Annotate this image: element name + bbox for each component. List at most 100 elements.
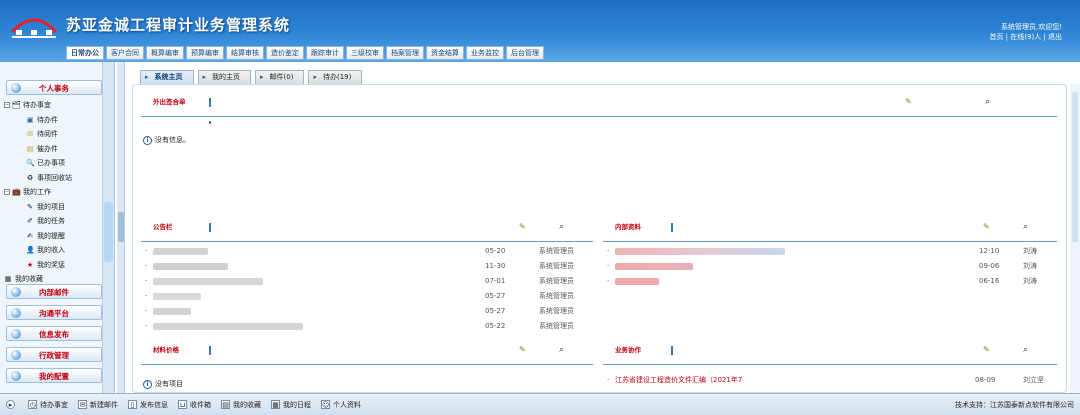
mail-icon: ✉	[27, 130, 33, 139]
sidebar: 个人事务 − 🗂 待办事宜 ▣ 待办件 ✉ 待阅件 ▤ 催办件 🔍 已办事项 ♻ 事项回收站 …	[0, 62, 115, 393]
pin-icon: ✎	[27, 202, 33, 211]
home-link[interactable]: 首页	[989, 33, 1003, 41]
tree-item-done[interactable]: 🔍 已办事项	[4, 156, 100, 171]
list-item[interactable]: · 05-20 系统管理员	[141, 244, 593, 258]
footer-scroll-toggle[interactable]: ▸	[6, 400, 18, 409]
tree-item-todo[interactable]: ▣ 待办件	[4, 113, 100, 128]
footer-schedule[interactable]: ▦ 我的日程	[271, 400, 311, 410]
footer-inbox[interactable]: ⊔ 收件箱	[178, 400, 211, 410]
list-item[interactable]: · 12-10 刘涛	[603, 244, 1057, 258]
document-icon: ▤	[26, 144, 34, 153]
collapse-icon[interactable]: −	[4, 189, 10, 196]
nav-tab-estimate[interactable]: 概算编审	[146, 46, 184, 60]
nav-tab-settlement[interactable]: 结算审核	[226, 46, 264, 60]
calendar-icon: ▦	[271, 400, 280, 409]
more-icon[interactable]: ✎	[983, 346, 993, 355]
splitter-handle[interactable]	[118, 212, 124, 242]
sidebar-publish-button[interactable]: 信息发布	[6, 326, 102, 341]
tab-mail[interactable]: ▸ 邮件(0)	[255, 70, 305, 84]
logout-link[interactable]: 退出	[1048, 33, 1062, 41]
main-nav: 日常办公 客户合同 概算编审 预算编审 结算审核 造价鉴定 跟踪审计 三级校审 …	[66, 46, 544, 60]
list-item[interactable]: · 07-01 系统管理员	[141, 274, 593, 288]
footer-new-mail[interactable]: ✉ 新建邮件	[78, 400, 118, 410]
clock-icon: ◷	[28, 400, 37, 409]
more-icon[interactable]: ✎	[519, 346, 529, 355]
divider	[209, 346, 211, 355]
nav-tab-funds[interactable]: 资金结算	[426, 46, 464, 60]
tree-item-rewards[interactable]: ★ 我的奖惩	[4, 258, 100, 273]
list-item[interactable]: · 06-16 刘涛	[603, 274, 1057, 288]
list-item[interactable]: · 05-27 系统管理员	[141, 289, 593, 303]
footer-toolbar: ▸ ◷ 待办事宜 ✉ 新建邮件 ▯ 发布信息 ⊔ 收件箱 ▤ 我的收藏 ▦ 我的日程 ☺ 个人…	[0, 393, 1080, 415]
empty-message: i 没有项目	[143, 379, 183, 389]
nav-tab-tracking[interactable]: 跟踪审计	[306, 46, 344, 60]
panel-header: 材料价格 ✎ ⌕	[141, 341, 593, 365]
nav-tab-review[interactable]: 三级校审	[346, 46, 384, 60]
search-icon[interactable]: ⌕	[1023, 223, 1033, 233]
footer-profile[interactable]: ☺ 个人资料	[321, 400, 361, 410]
redacted-text	[615, 248, 785, 255]
main-area: ▸ 系统主页 ▸ 我的主页 ▸ 邮件(0) ▸ 待办(19) 外出签合单 ✎ ⌕ i 没有…	[130, 62, 1080, 393]
nav-tab-contracts[interactable]: 客户合同	[106, 46, 144, 60]
sidebar-splitter[interactable]	[117, 62, 125, 393]
panel-title: 公告栏	[153, 223, 173, 231]
panel-title: 外出签合单	[153, 98, 186, 106]
search-icon[interactable]: ⌕	[1023, 346, 1033, 356]
tag-icon: ✐	[27, 217, 33, 226]
search-icon: 🔍	[26, 159, 35, 168]
search-icon[interactable]: ⌕	[985, 98, 995, 108]
list-item[interactable]: · 江苏省建设工程造价文件汇编（2021年7 08-09 刘立坚	[603, 373, 1057, 387]
content-scroll-thumb[interactable]	[1072, 92, 1078, 242]
nav-tab-appraisal[interactable]: 造价鉴定	[266, 46, 304, 60]
footer-favorites[interactable]: ▤ 我的收藏	[221, 400, 261, 410]
nav-tab-daily[interactable]: 日常办公	[66, 46, 104, 60]
divider	[209, 121, 211, 124]
online-link[interactable]: 在线(9)人	[1010, 33, 1041, 41]
tree-item-projects[interactable]: ✎ 我的项目	[4, 200, 100, 215]
list-item[interactable]: · 05-27 系统管理员	[141, 304, 593, 318]
divider	[671, 223, 673, 232]
search-icon[interactable]: ⌕	[559, 346, 569, 356]
envelope-icon: ✉	[78, 400, 87, 409]
tree-item-urge[interactable]: ▤ 催办件	[4, 142, 100, 157]
app-header: 苏亚金诚工程审计业务管理系统 系统管理员,欢迎您! 首页 | 在线(9)人 | …	[0, 0, 1080, 62]
tree-item-toread[interactable]: ✉ 待阅件	[4, 127, 100, 142]
tree-todo-group[interactable]: − 🗂 待办事宜	[4, 98, 100, 113]
sidebar-scrollbar[interactable]	[102, 62, 114, 393]
more-icon[interactable]: ✎	[983, 223, 993, 232]
panel-materials: 材料价格 ✎ ⌕ i 没有项目	[141, 341, 593, 393]
tree-work-group[interactable]: − 💼 我的工作	[4, 185, 100, 200]
tab-my-home[interactable]: ▸ 我的主页	[197, 70, 252, 84]
app-title: 苏亚金诚工程审计业务管理系统	[66, 16, 291, 34]
sidebar-personal-button[interactable]: 个人事务	[6, 80, 102, 95]
content-scrollbar[interactable]	[1070, 84, 1080, 393]
tab-todo[interactable]: ▸ 待办(19)	[308, 70, 363, 84]
collapse-icon[interactable]: −	[4, 102, 10, 109]
footer-publish[interactable]: ▯ 发布信息	[128, 400, 168, 410]
list-item[interactable]: · 11-30 系统管理员	[141, 259, 593, 273]
list-item[interactable]: · 09-06 刘涛	[603, 259, 1057, 273]
tree-item-reminders[interactable]: ✍ 我的提醒	[4, 229, 100, 244]
tree-item-income[interactable]: 👤 我的收入	[4, 243, 100, 258]
search-icon[interactable]: ⌕	[559, 223, 569, 233]
more-icon[interactable]: ✎	[519, 223, 529, 232]
tab-system-home[interactable]: ▸ 系统主页	[140, 70, 194, 84]
sidebar-scroll-thumb[interactable]	[104, 202, 113, 262]
sidebar-mail-button[interactable]: 内部邮件	[6, 284, 102, 299]
inbox-icon: ⊔	[178, 400, 187, 409]
tree-item-recycle[interactable]: ♻ 事项回收站	[4, 171, 100, 186]
person-icon: 👤	[26, 246, 35, 255]
footer-todo[interactable]: ◷ 待办事宜	[28, 400, 68, 410]
nav-tab-admin[interactable]: 后台管理	[506, 46, 544, 60]
sidebar-personal-label: 个人事务	[39, 84, 69, 93]
sidebar-admin-button[interactable]: 行政管理	[6, 347, 102, 362]
greeting: 系统管理员,欢迎您!	[1000, 23, 1062, 31]
nav-tab-archive[interactable]: 档案管理	[386, 46, 424, 60]
sidebar-communication-button[interactable]: 沟通平台	[6, 305, 102, 320]
nav-tab-monitor[interactable]: 业务监控	[466, 46, 504, 60]
sidebar-config-button[interactable]: 我的配置	[6, 368, 102, 383]
more-icon[interactable]: ✎	[905, 98, 915, 107]
tree-item-tasks[interactable]: ✐ 我的任务	[4, 214, 100, 229]
nav-tab-budget[interactable]: 预算编审	[186, 46, 224, 60]
list-item[interactable]: · 05-22 系统管理员	[141, 319, 593, 333]
